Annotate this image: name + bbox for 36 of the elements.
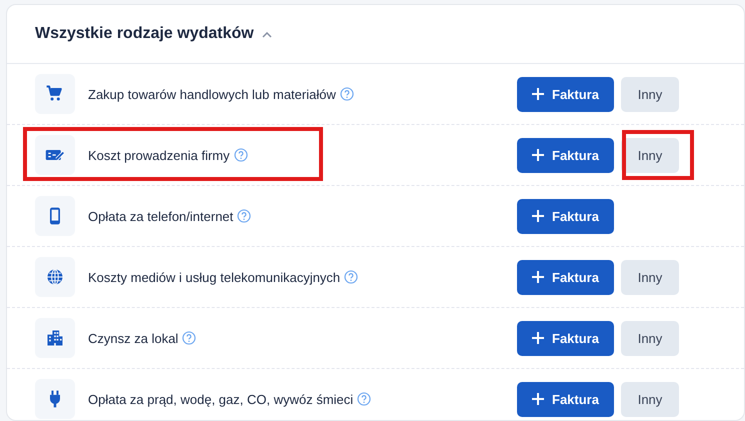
other-button[interactable]: Inny [621,138,679,172]
plus-icon [532,271,544,283]
add-invoice-button[interactable]: Faktura [517,382,614,416]
expense-label: Koszt prowadzenia firmy [88,148,230,162]
plus-icon [532,332,544,344]
plus-icon [532,149,544,161]
globe-icon [35,257,75,297]
add-invoice-button[interactable]: Faktura [517,198,614,234]
other-button[interactable]: Inny [621,382,679,416]
add-invoice-button[interactable]: Faktura [517,320,614,356]
help-icon[interactable] [357,392,372,406]
cheque-icon [35,135,75,175]
help-icon[interactable] [340,87,354,101]
add-invoice-button[interactable]: Faktura [517,260,614,294]
other-button[interactable]: Inny [621,320,679,356]
chevron-up-icon[interactable] [262,32,272,38]
phone-icon [35,196,75,236]
plus-icon [532,393,544,405]
plus-icon [532,210,544,222]
other-button[interactable]: Inny [621,76,679,112]
expense-label: Czynsz za lokal [88,330,178,346]
help-icon[interactable] [234,148,248,162]
buildings-icon [35,318,75,358]
other-button[interactable]: Inny [621,260,679,294]
section-title: Wszystkie rodzaje wydatków [35,25,254,43]
help-icon[interactable] [344,270,358,284]
expense-label: Opłata za telefon/internet [88,208,234,224]
add-invoice-button[interactable]: Faktura [517,138,614,172]
help-icon[interactable] [237,209,252,223]
help-icon[interactable] [182,331,196,345]
plus-icon [532,88,544,100]
expense-label: Zakup towarów handlowych lub materiałów [88,86,336,102]
add-invoice-button[interactable]: Faktura [517,76,614,112]
expense-label: Opłata za prąd, wodę, gaz, CO, wywóz śmieci [88,392,354,406]
cart-icon [35,74,75,114]
expense-label: Koszty mediów i usług telekomunikacyjnych [88,270,340,284]
